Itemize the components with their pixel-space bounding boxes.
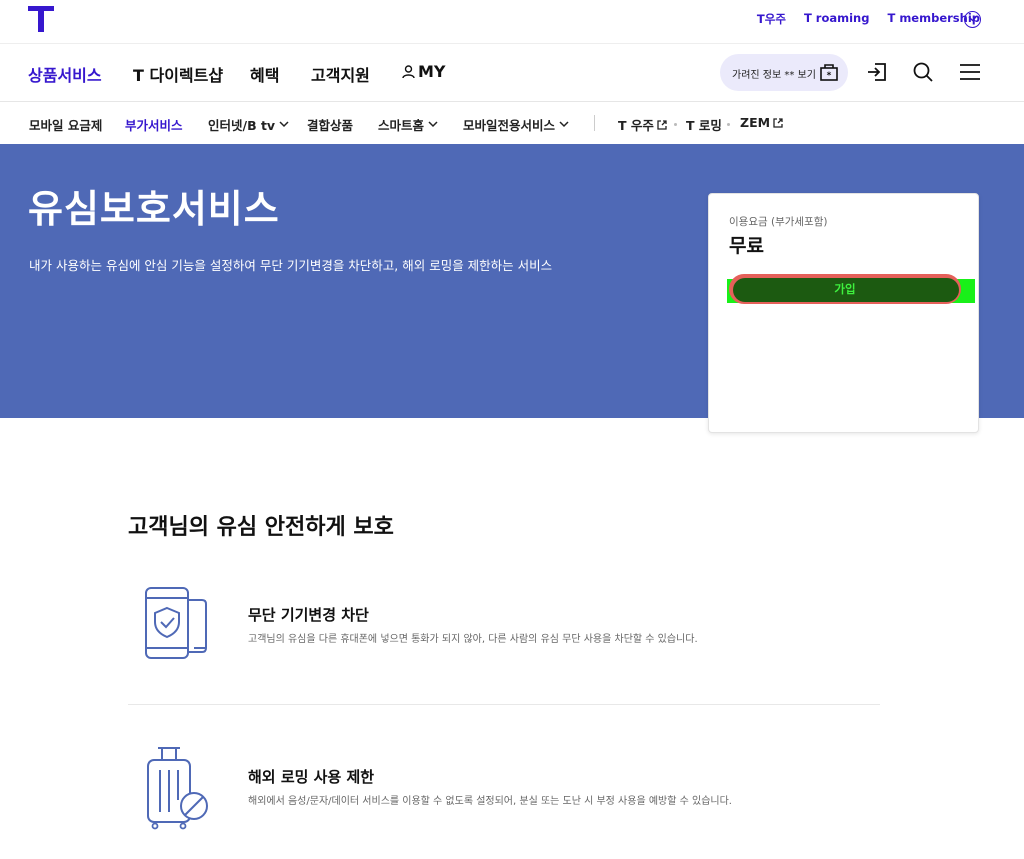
subnav-separator [594,115,595,131]
join-button-wrap: 가입 [727,274,975,304]
subnav-item-additional-services[interactable]: 부가서비스 [125,115,183,134]
page-title: 유심보호서비스 [28,187,280,231]
subnav-external-t-roaming[interactable]: T 로밍 [686,115,722,134]
family-site-toggle[interactable] [964,11,981,28]
nav-item-t-direct-shop[interactable]: T 다이렉트샵 [133,62,223,86]
feature-item: 해외 로밍 사용 제한 해외에서 음성/문자/데이터 서비스를 이용할 수 없도… [128,742,880,859]
login-icon[interactable] [866,61,888,83]
feature-title: 해외 로밍 사용 제한 [248,768,375,786]
chevron-down-icon [559,121,569,128]
join-button[interactable]: 가입 [729,281,961,297]
subnav-item-smart-home-label: 스마트홈 [378,118,425,133]
main-nav: 상품서비스 T 다이렉트샵 혜택 고객지원 MY 가려진 정보 ** 보기 * [0,44,1024,102]
user-icon [402,64,415,78]
chevron-down-icon [968,16,977,22]
chevron-down-icon [279,121,289,128]
nav-item-benefits[interactable]: 혜택 [250,62,279,86]
nav-item-my[interactable]: MY [402,62,446,81]
top-bar: T우주 T roaming T membership [0,0,1024,44]
subnav-external-zem[interactable]: ZEM [740,115,783,130]
top-link-t-universe[interactable]: T우주 [757,11,786,27]
top-link-t-roaming[interactable]: T roaming [804,11,870,27]
subnav-item-mobile-exclusive[interactable]: 모바일전용서비스 [463,115,569,134]
price-card: 이용요금 (부가세포함) 무료 가입 [708,193,979,433]
external-link-icon [657,119,667,130]
subnav-item-smart-home[interactable]: 스마트홈 [378,115,438,134]
price-label: 이용요금 (부가세포함) [729,216,828,228]
subnav-external-t-universe[interactable]: T 우주 [618,115,667,134]
phone-shield-icon [145,587,207,659]
subnav-item-mobile-exclusive-label: 모바일전용서비스 [463,118,556,133]
nav-item-products[interactable]: 상품서비스 [28,62,102,86]
subnav-dot [727,123,730,126]
search-icon[interactable] [912,61,934,83]
svg-text:*: * [827,71,832,81]
sub-nav: 모바일 요금제 부가서비스 인터넷/B tv 결합상품 스마트홈 모바일전용서비… [0,102,1024,144]
show-hidden-info-button[interactable]: 가려진 정보 ** 보기 * [720,54,848,91]
feature-divider [128,704,880,705]
feature-title: 무단 기기변경 차단 [248,606,369,624]
subnav-external-t-universe-label: T 우주 [618,118,654,133]
subnav-dot [674,123,677,126]
menu-icon[interactable] [959,61,981,83]
top-links: T우주 T roaming T membership [757,11,980,27]
show-hidden-info-label: 가려진 정보 ** 보기 [732,70,816,81]
luggage-block-icon [147,747,208,830]
chevron-down-icon [428,121,438,128]
lock-bag-icon: * [820,64,838,81]
feature-item: 무단 기기변경 차단 고객님의 유심을 다른 휴대폰에 넣으면 통화가 되지 않… [128,580,880,720]
page-description: 내가 사용하는 유심에 안심 기능을 설정하여 무단 기기변경을 차단하고, 해… [29,258,553,273]
feature-description: 해외에서 음성/문자/데이터 서비스를 이용할 수 없도록 설정되어, 분실 또… [248,796,732,807]
external-link-icon [773,117,783,128]
nav-item-my-label: MY [418,62,446,81]
nav-item-support[interactable]: 고객지원 [311,62,370,86]
subnav-item-bundle[interactable]: 결합상품 [307,115,353,134]
subnav-item-mobile-plan[interactable]: 모바일 요금제 [29,115,102,134]
feature-description: 고객님의 유심을 다른 휴대폰에 넣으면 통화가 되지 않아, 다른 사람의 유… [248,634,698,645]
t-logo-icon[interactable] [28,6,54,32]
section-title: 고객님의 유심 안전하게 보호 [128,515,394,540]
subnav-item-internet-btv-label: 인터넷/B tv [208,118,276,133]
subnav-external-zem-label: ZEM [740,115,771,130]
subnav-item-internet-btv[interactable]: 인터넷/B tv [208,115,289,134]
price-value: 무료 [729,235,764,257]
